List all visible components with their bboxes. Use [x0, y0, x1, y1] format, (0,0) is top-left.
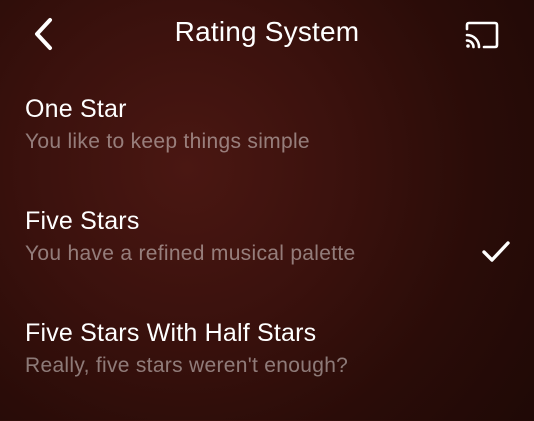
- rating-system-screen: Rating System One Star You like to keep …: [0, 0, 534, 420]
- rating-options-list: One Star You like to keep things simple …: [0, 85, 534, 421]
- option-label: Five Stars With Half Stars: [25, 319, 317, 347]
- option-five-stars-half[interactable]: Five Stars With Half Stars Really, five …: [0, 309, 534, 421]
- page-title: Rating System: [174, 16, 360, 47]
- option-description: Really, five stars weren't enough?: [25, 354, 349, 377]
- cast-icon: [465, 21, 499, 49]
- checkmark-icon: [482, 241, 510, 262]
- option-description: You like to keep things simple: [25, 130, 310, 153]
- option-label: One Star: [25, 95, 127, 123]
- option-one-star[interactable]: One Star You like to keep things simple: [0, 85, 534, 197]
- option-five-stars[interactable]: Five Stars You have a refined musical pa…: [0, 197, 534, 309]
- header: Rating System: [0, 0, 534, 70]
- option-label: Five Stars: [25, 207, 140, 235]
- option-description: You have a refined musical palette: [25, 242, 356, 265]
- cast-button[interactable]: [458, 14, 506, 56]
